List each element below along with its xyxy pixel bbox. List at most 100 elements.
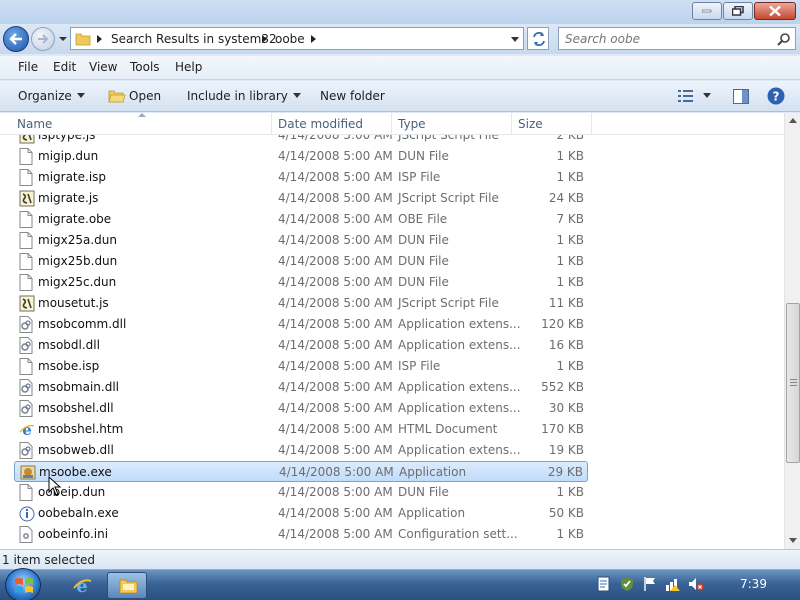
organize-button[interactable]: Organize bbox=[18, 89, 85, 103]
taskbar-internet-explorer[interactable]: e bbox=[61, 572, 101, 599]
file-date-modified: 4/14/2008 5:00 AM bbox=[279, 465, 394, 479]
back-arrow-icon bbox=[9, 33, 22, 45]
column-divider[interactable] bbox=[271, 113, 272, 135]
file-name: oobeinfo.ini bbox=[38, 527, 109, 541]
file-type: Application bbox=[399, 465, 467, 479]
view-dropdown-icon[interactable] bbox=[703, 93, 712, 99]
column-divider[interactable] bbox=[591, 113, 592, 135]
file-row[interactable]: msobshel.dll 4/14/2008 5:00 AM Application… bbox=[14, 398, 588, 419]
recent-pages-dropdown-icon[interactable] bbox=[58, 34, 68, 44]
notepad-icon[interactable] bbox=[596, 576, 612, 592]
file-size: 1 KB bbox=[556, 149, 584, 163]
search-icon[interactable] bbox=[777, 32, 791, 46]
restore-button[interactable] bbox=[723, 2, 753, 20]
file-row[interactable]: msoobe.exe 4/14/2008 5:00 AM Application 29… bbox=[14, 461, 588, 482]
open-button[interactable]: Open bbox=[129, 89, 161, 103]
file-row[interactable]: msobcomm.dll 4/14/2008 5:00 AM Application… bbox=[14, 314, 588, 335]
file-date-modified: 4/14/2008 5:00 AM bbox=[278, 149, 393, 163]
file-row[interactable]: oobeinfo.ini 4/14/2008 5:00 AM Configurati… bbox=[14, 524, 588, 545]
breadcrumb-search-results[interactable]: Search Results in system32 bbox=[111, 32, 277, 46]
network-warning-icon[interactable] bbox=[665, 576, 681, 592]
forward-button[interactable] bbox=[31, 27, 55, 51]
vertical-scrollbar[interactable] bbox=[784, 113, 800, 549]
file-name: migrate.isp bbox=[38, 170, 107, 184]
breadcrumb-oobe[interactable]: oobe bbox=[275, 32, 305, 46]
file-row[interactable]: migrate.obe 4/14/2008 5:00 AM OBE File 7 KB bbox=[14, 209, 588, 230]
include-in-library-button[interactable]: Include in library bbox=[187, 89, 301, 103]
script-icon bbox=[19, 135, 35, 144]
breadcrumb-separator-icon[interactable] bbox=[311, 35, 316, 43]
file-name: msobcomm.dll bbox=[38, 317, 127, 331]
menu-view[interactable]: View bbox=[89, 60, 117, 74]
volume-muted-icon[interactable] bbox=[688, 576, 704, 592]
search-input[interactable] bbox=[563, 30, 763, 47]
file-row[interactable]: oobeip.dun 4/14/2008 5:00 AM DUN File 1 KB bbox=[14, 482, 588, 503]
folders-icon bbox=[119, 579, 138, 594]
file-row[interactable]: migrate.js 4/14/2008 5:00 AM JScript Scrip… bbox=[14, 188, 588, 209]
dll-icon bbox=[19, 337, 35, 354]
scrollbar-thumb[interactable] bbox=[786, 303, 800, 463]
view-options-icon[interactable] bbox=[678, 90, 694, 102]
action-center-flag-icon[interactable] bbox=[642, 576, 658, 592]
file-name: migrate.js bbox=[38, 191, 99, 205]
menu-tools[interactable]: Tools bbox=[130, 60, 160, 74]
column-date-modified[interactable]: Date modified bbox=[278, 117, 363, 131]
column-divider[interactable] bbox=[511, 113, 512, 135]
column-name[interactable]: Name bbox=[17, 117, 52, 131]
file-row[interactable]: migx25a.dun 4/14/2008 5:00 AM DUN File 1 KB bbox=[14, 230, 588, 251]
file-row[interactable]: oobebaln.exe 4/14/2008 5:00 AM Application… bbox=[14, 503, 588, 524]
address-bar[interactable]: Search Results in system32 oobe bbox=[70, 27, 524, 50]
security-shield-icon[interactable] bbox=[619, 576, 635, 592]
file-type: Application extens... bbox=[398, 380, 521, 394]
refresh-icon bbox=[533, 32, 545, 46]
minimize-button[interactable] bbox=[692, 2, 722, 20]
breadcrumb-separator-icon[interactable] bbox=[262, 35, 267, 43]
address-history-dropdown-icon[interactable] bbox=[511, 37, 519, 42]
help-icon[interactable]: ? bbox=[767, 87, 785, 105]
file-date-modified: 4/14/2008 5:00 AM bbox=[278, 191, 393, 205]
menu-file[interactable]: File bbox=[18, 60, 38, 74]
dll-icon bbox=[19, 316, 35, 333]
new-folder-button[interactable]: New folder bbox=[320, 89, 385, 103]
window-controls bbox=[692, 2, 796, 20]
taskbar-windows-explorer[interactable] bbox=[107, 572, 147, 599]
close-button[interactable] bbox=[754, 2, 796, 20]
file-row[interactable]: migip.dun 4/14/2008 5:00 AM DUN File 1 KB bbox=[14, 146, 588, 167]
back-button[interactable] bbox=[3, 26, 29, 52]
file-row[interactable]: msobe.isp 4/14/2008 5:00 AM ISP File 1 KB bbox=[14, 356, 588, 377]
dll-icon bbox=[19, 442, 35, 459]
file-list: isptype.js 4/14/2008 5:00 AM JScript Scrip… bbox=[0, 135, 784, 549]
file-row[interactable]: mousetut.js 4/14/2008 5:00 AM JScript Scri… bbox=[14, 293, 588, 314]
clock[interactable]: 7:39 bbox=[740, 577, 767, 591]
chevron-down-icon bbox=[76, 93, 85, 98]
scroll-down-button[interactable] bbox=[785, 533, 800, 549]
file-date-modified: 4/14/2008 5:00 AM bbox=[278, 317, 393, 331]
column-headers: Name Date modified Type Size bbox=[0, 113, 784, 135]
file-name: oobebaln.exe bbox=[38, 506, 119, 520]
file-row[interactable]: e msobshel.htm 4/14/2008 5:00 AM HTML Docum… bbox=[14, 419, 588, 440]
file-row[interactable]: isptype.js 4/14/2008 5:00 AM JScript Scrip… bbox=[14, 135, 588, 146]
file-row[interactable]: msobdl.dll 4/14/2008 5:00 AM Application e… bbox=[14, 335, 588, 356]
application-icon bbox=[20, 464, 36, 481]
column-type[interactable]: Type bbox=[398, 117, 426, 131]
file-row[interactable]: msobmain.dll 4/14/2008 5:00 AM Application… bbox=[14, 377, 588, 398]
forward-arrow-icon bbox=[38, 34, 49, 44]
file-row[interactable]: migx25b.dun 4/14/2008 5:00 AM DUN File 1 KB bbox=[14, 251, 588, 272]
menu-edit[interactable]: Edit bbox=[53, 60, 76, 74]
file-row[interactable]: migrate.isp 4/14/2008 5:00 AM ISP File 1 KB bbox=[14, 167, 588, 188]
file-icon bbox=[19, 358, 35, 375]
refresh-button[interactable] bbox=[527, 27, 549, 50]
column-size[interactable]: Size bbox=[518, 117, 543, 131]
file-date-modified: 4/14/2008 5:00 AM bbox=[278, 212, 393, 226]
column-divider[interactable] bbox=[391, 113, 392, 135]
file-row[interactable]: migx25c.dun 4/14/2008 5:00 AM DUN File 1 KB bbox=[14, 272, 588, 293]
menu-help[interactable]: Help bbox=[175, 60, 202, 74]
file-row[interactable]: msobweb.dll 4/14/2008 5:00 AM Application … bbox=[14, 440, 588, 461]
breadcrumb-separator-icon[interactable] bbox=[97, 35, 102, 43]
file-date-modified: 4/14/2008 5:00 AM bbox=[278, 170, 393, 184]
preview-pane-icon[interactable] bbox=[733, 89, 749, 104]
file-type: JScript Script File bbox=[398, 135, 499, 142]
scroll-up-button[interactable] bbox=[785, 113, 800, 129]
file-date-modified: 4/14/2008 5:00 AM bbox=[278, 359, 393, 373]
start-button[interactable] bbox=[5, 568, 41, 600]
